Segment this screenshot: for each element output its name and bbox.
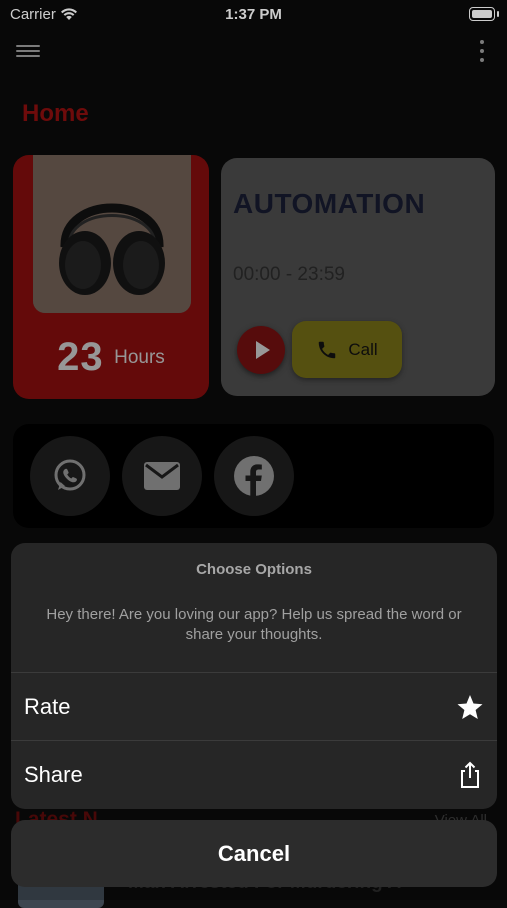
share-icon (461, 761, 479, 788)
action-sheet: Choose Options Hey there! Are you loving… (11, 543, 497, 809)
cancel-button[interactable]: Cancel (11, 820, 497, 887)
rate-option-label: Rate (24, 694, 71, 719)
rate-option[interactable]: Rate (11, 672, 497, 741)
share-option[interactable]: Share (11, 740, 497, 809)
share-option-label: Share (24, 762, 83, 787)
action-sheet-title: Choose Options (196, 561, 312, 578)
action-sheet-message: Hey there! Are you loving our app? Help … (46, 606, 462, 643)
star-icon (457, 695, 483, 719)
